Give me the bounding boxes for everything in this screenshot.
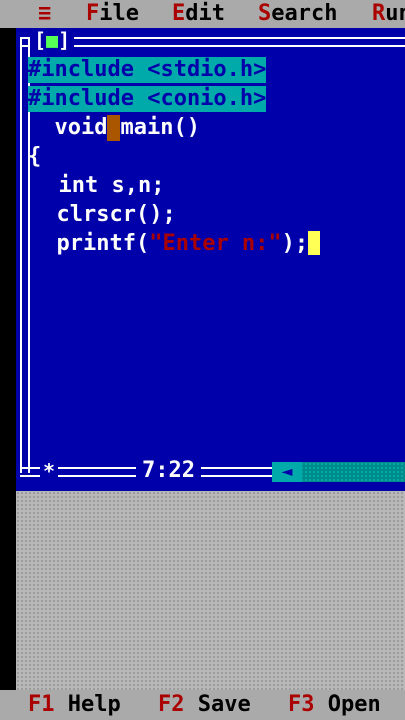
menu-edit-hotkey: E [172, 1, 186, 26]
scroll-left-arrow-icon[interactable]: ◄ [272, 462, 302, 482]
menu-run-label: un [385, 1, 405, 26]
close-box-button[interactable]: [■] [30, 28, 75, 52]
cursor-position-readout: 7:22 [136, 458, 201, 484]
code-line-6[interactable]: clrscr(); [30, 202, 175, 228]
code-line-2[interactable]: #include <conio.h> [28, 86, 267, 112]
block-marker [107, 115, 121, 141]
code-line-7[interactable]: printf("Enter n:"); [30, 231, 321, 257]
code-string-literal: "Enter n:" [149, 231, 282, 256]
menu-run[interactable]: Run [372, 0, 405, 28]
menu-run-hotkey: R [372, 1, 386, 26]
code-printf: printf( [30, 231, 150, 256]
menu-file[interactable]: File [86, 0, 139, 28]
status-key-help-label: Help [67, 692, 121, 717]
desktop-background [16, 491, 405, 690]
code-main: main() [120, 115, 200, 140]
status-key-save-key: F2 [158, 692, 185, 717]
menu-search[interactable]: Search [258, 0, 337, 28]
close-box-right: ] [58, 28, 71, 52]
code-line-3[interactable]: void main() [28, 115, 200, 141]
close-box-left: [ [34, 28, 47, 52]
modified-indicator: * [40, 458, 58, 484]
menu-file-label: ile [99, 1, 139, 26]
status-key-open-key: F3 [288, 692, 315, 717]
status-bar: F1 Help F2 Save F3 Open [0, 690, 405, 720]
menu-bar: ≡ File Edit Search Run [0, 0, 405, 28]
status-key-save[interactable]: F2 Save [158, 690, 251, 720]
menu-search-hotkey: S [258, 1, 272, 26]
status-key-open[interactable]: F3 Open [288, 690, 381, 720]
close-icon: ■ [46, 28, 59, 52]
horizontal-scrollbar[interactable]: ◄ [272, 462, 405, 482]
code-void: void [28, 115, 108, 140]
menu-edit-label: dit [185, 1, 225, 26]
menu-search-label: earch [271, 1, 338, 26]
code-printf-end: ); [281, 231, 309, 256]
editor-window[interactable]: [■] #include <stdio.h> #include <conio.h… [16, 28, 405, 491]
text-cursor [308, 231, 321, 255]
code-line-5[interactable]: int s,n; [32, 173, 164, 199]
menu-file-hotkey: F [86, 1, 100, 26]
menu-edit[interactable]: Edit [172, 0, 225, 28]
code-line-4[interactable]: { [28, 144, 41, 170]
window-frame-top [20, 37, 405, 47]
system-menu[interactable]: ≡ [38, 0, 51, 28]
status-key-save-label: Save [197, 692, 251, 717]
code-line-1[interactable]: #include <stdio.h> [28, 57, 267, 83]
status-key-open-label: Open [327, 692, 381, 717]
status-key-help-key: F1 [28, 692, 55, 717]
status-key-help[interactable]: F1 Help [28, 690, 121, 720]
